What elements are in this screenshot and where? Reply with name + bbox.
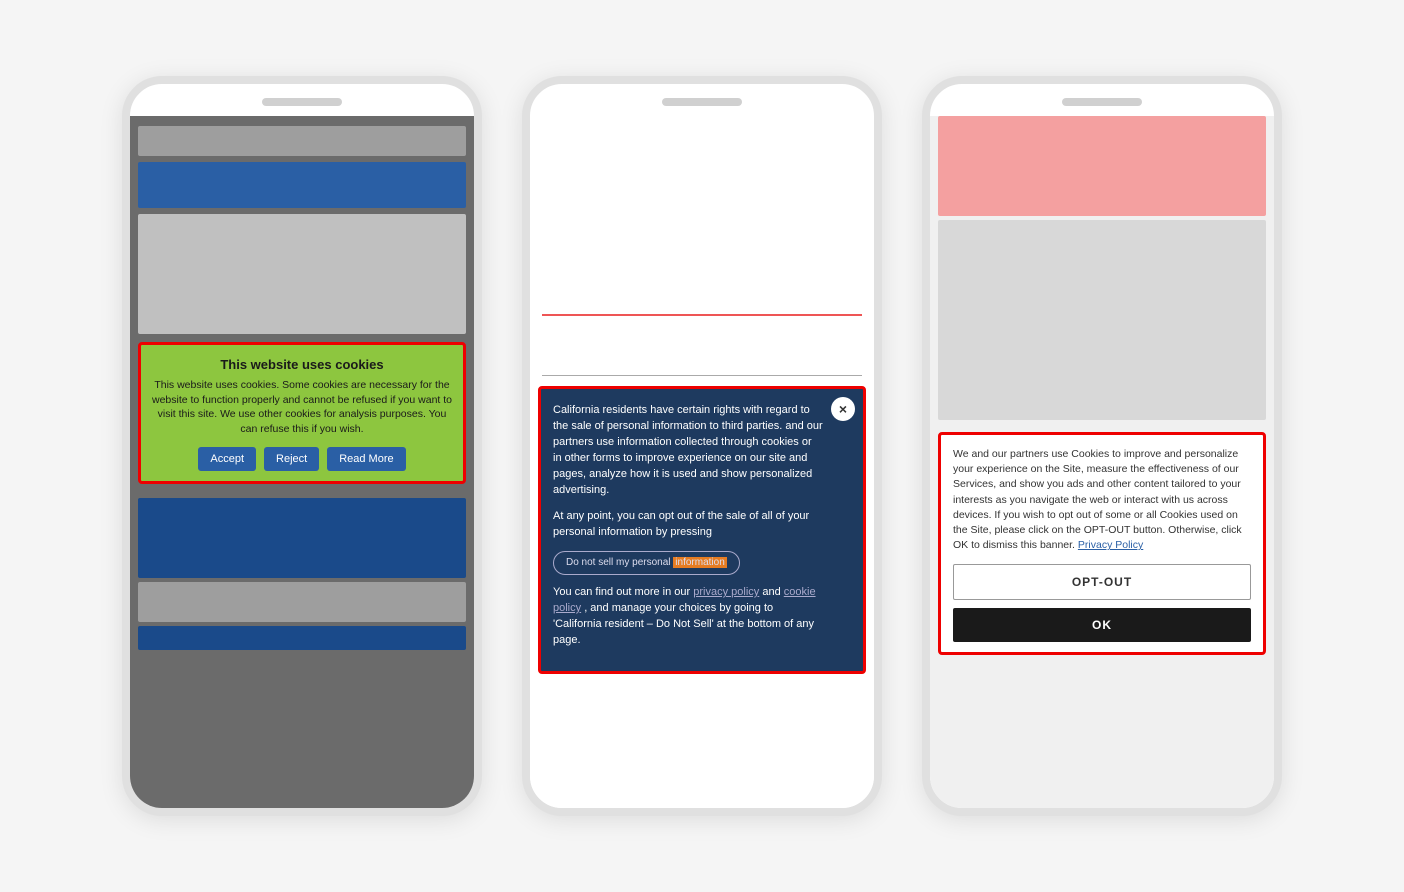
phone-1-screen: This website uses cookies This website u…	[130, 116, 474, 808]
phones-container: This website uses cookies This website u…	[82, 36, 1322, 856]
phone-3-gray-block	[938, 220, 1266, 420]
do-not-sell-label-prefix: Do not sell my personal	[566, 557, 673, 568]
cookie-banner-2: × California residents have certain righ…	[538, 386, 866, 674]
phone-2-screen: × California residents have certain righ…	[530, 116, 874, 808]
cookie-text-manage: , and manage your choices by going to 'C…	[553, 602, 814, 646]
cookie-banner-1: This website uses cookies This website u…	[138, 342, 466, 484]
phone-1-bottom-bar-1	[138, 498, 466, 578]
phone-2-mid-area	[542, 316, 862, 376]
cookie-text-and: and	[762, 586, 780, 598]
phone-1-bottom-bar-3	[138, 626, 466, 650]
opt-out-button[interactable]: OPT-OUT	[953, 564, 1251, 600]
phone-3-screen: We and our partners use Cookies to impro…	[930, 116, 1274, 808]
cookie-banner-3: We and our partners use Cookies to impro…	[938, 432, 1266, 655]
cookie-banner-2-text4: You can find out more in our privacy pol…	[553, 585, 851, 649]
cookie-banner-1-buttons: Accept Reject Read More	[151, 447, 453, 471]
phone-1-bottom-bars	[130, 492, 474, 808]
accept-button[interactable]: Accept	[198, 447, 256, 471]
reject-button[interactable]: Reject	[264, 447, 319, 471]
close-icon: ×	[839, 401, 847, 417]
phone-1-background: This website uses cookies This website u…	[130, 116, 474, 808]
phone-1-bar-1	[138, 126, 466, 156]
phone-1-bottom-bar-2	[138, 582, 466, 622]
do-not-sell-button[interactable]: Do not sell my personal information	[553, 551, 740, 576]
cookie-text-p1: California residents have certain rights…	[553, 404, 810, 432]
cookie-text-body: We and our partners use Cookies to impro…	[953, 448, 1242, 551]
phone-3-pink-bar	[938, 116, 1266, 216]
cookie-banner-1-title: This website uses cookies	[151, 357, 453, 372]
phone-1: This website uses cookies This website u…	[122, 76, 482, 816]
phone-2: × California residents have certain righ…	[522, 76, 882, 816]
cookie-banner-3-text: We and our partners use Cookies to impro…	[953, 447, 1251, 554]
do-not-sell-highlight: information	[673, 557, 726, 568]
phone-1-bar-2	[138, 162, 466, 208]
read-more-button[interactable]: Read More	[327, 447, 405, 471]
phone-1-content-block	[138, 214, 466, 334]
phone-3: We and our partners use Cookies to impro…	[922, 76, 1282, 816]
privacy-policy-link-3[interactable]: Privacy Policy	[1078, 539, 1143, 551]
close-button[interactable]: ×	[831, 397, 855, 421]
cookie-banner-1-text: This website uses cookies. Some cookies …	[151, 378, 453, 437]
ok-button[interactable]: OK	[953, 608, 1251, 642]
cookie-text-find: You can find out more in our	[553, 586, 690, 598]
privacy-policy-link[interactable]: privacy policy	[693, 586, 759, 598]
phone-2-top-area	[542, 116, 862, 316]
cookie-banner-2-text1: California residents have certain rights…	[553, 403, 851, 499]
cookie-banner-2-text3: At any point, you can opt out of the sal…	[553, 509, 851, 541]
